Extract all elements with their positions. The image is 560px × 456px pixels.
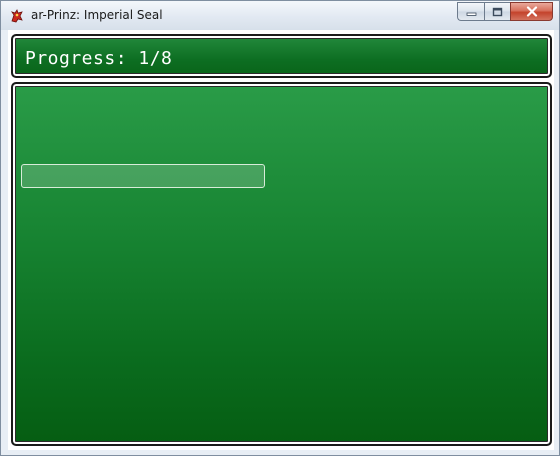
minimize-button[interactable] — [457, 2, 484, 21]
progress-panel: Progress: 1/8 — [11, 34, 552, 78]
app-window: ar-Prinz: Imperial Seal Progress: 1/8 — [0, 0, 560, 456]
window-controls — [457, 2, 553, 21]
progress-label: Progress: 1/8 — [25, 48, 173, 69]
close-button[interactable] — [510, 2, 553, 21]
dragon-icon[interactable] — [9, 8, 25, 24]
maximize-button[interactable] — [484, 2, 510, 21]
window-title: ar-Prinz: Imperial Seal — [31, 8, 163, 22]
close-icon — [526, 2, 538, 21]
minimize-icon — [466, 2, 477, 21]
main-window-panel — [11, 82, 552, 446]
game-canvas: Progress: 1/8 — [8, 30, 554, 450]
selection-cursor[interactable] — [21, 164, 265, 188]
title-bar[interactable]: ar-Prinz: Imperial Seal — [1, 1, 559, 30]
maximize-icon — [492, 2, 503, 21]
